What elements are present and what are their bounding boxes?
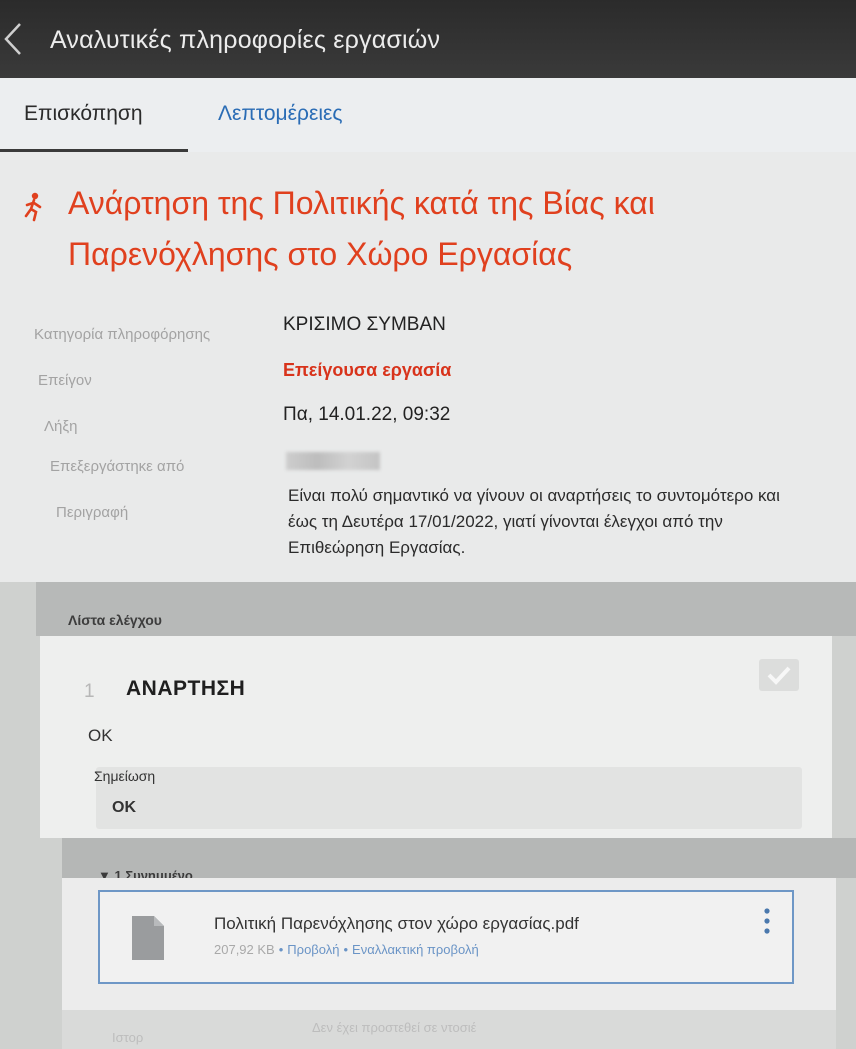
more-vertical-icon[interactable] [762, 906, 772, 936]
checklist-header: Λίστα ελέγχου [36, 582, 856, 636]
meta-separator: • [278, 942, 284, 957]
attachments-header[interactable]: ▼ 1 Συνημμένο [62, 838, 856, 883]
attachment-size: 207,92 KB [214, 942, 275, 957]
file-icon [132, 916, 164, 960]
note-field[interactable]: OK [96, 767, 802, 829]
task-title: Ανάρτηση της Πολιτικής κατά της Βίας και… [68, 185, 655, 272]
checklist-item-number: 1 [84, 681, 95, 702]
page-title: Αναλυτικές πληροφορίες εργασιών [50, 26, 441, 54]
field-label-urgency: Επείγον [38, 372, 92, 389]
checklist-item: 1 ΑΝΑΡΤΗΣΗ OK OK Σημείωση [40, 636, 832, 838]
field-value-category: ΚΡΙΣΙΜΟ ΣΥΜΒΑΝ [283, 314, 446, 335]
app-header: Αναλυτικές πληροφορίες εργασιών [0, 0, 856, 78]
runner-icon [24, 192, 42, 222]
note-value: OK [112, 799, 136, 816]
tab-overview[interactable]: Επισκόπηση [24, 102, 143, 126]
field-value-due: Πα, 14.01.22, 09:32 [283, 404, 451, 425]
attachments-list: Πολιτική Παρενόχλησης στον χώρο εργασίας… [62, 878, 836, 1028]
field-label-due: Λήξη [44, 418, 78, 435]
attachment-item[interactable]: Πολιτική Παρενόχλησης στον χώρο εργασίας… [98, 890, 794, 984]
checklist-label: Λίστα ελέγχου [68, 612, 162, 628]
attachment-file-name: Πολιτική Παρενόχλησης στον χώρο εργασίας… [214, 914, 579, 933]
tab-details[interactable]: Λεπτομέρειες [218, 102, 342, 126]
back-chevron-icon[interactable] [0, 20, 26, 58]
checklist-item-title: ΑΝΑΡΤΗΣΗ [126, 677, 246, 700]
folder-status-text: Δεν έχει προστεθεί σε ντοσιέ [312, 1020, 477, 1035]
task-overview: Ανάρτηση της Πολιτικής κατά της Βίας και… [0, 152, 856, 582]
field-label-processed-by: Επεξεργάστηκε από [50, 458, 185, 475]
field-value-urgency: Επείγουσα εργασία [283, 360, 452, 380]
checklist-item-status: OK [88, 726, 113, 745]
attachment-meta: 207,92 KB • Προβολή • Εναλλακτική προβολή [214, 942, 479, 957]
meta-separator: • [343, 942, 349, 957]
footer: Ιστορ Δεν έχει προστεθεί σε ντοσιέ [62, 1010, 836, 1049]
checkbox-check-icon[interactable] [758, 658, 800, 692]
tab-bar: Επισκόπηση Λεπτομέρειες [0, 78, 856, 153]
note-label: Σημείωση [94, 768, 156, 784]
field-value-description: Είναι πολύ σημαντικό να γίνουν οι αναρτή… [288, 486, 780, 557]
redacted-user-name [286, 452, 380, 470]
field-label-description: Περιγραφή [56, 504, 129, 521]
footer-left-text: Ιστορ [112, 1030, 144, 1045]
field-label-category: Κατηγορία πληροφόρησης [34, 326, 211, 343]
alt-view-link[interactable]: Εναλλακτική προβολή [352, 942, 479, 957]
view-link[interactable]: Προβολή [287, 942, 339, 957]
